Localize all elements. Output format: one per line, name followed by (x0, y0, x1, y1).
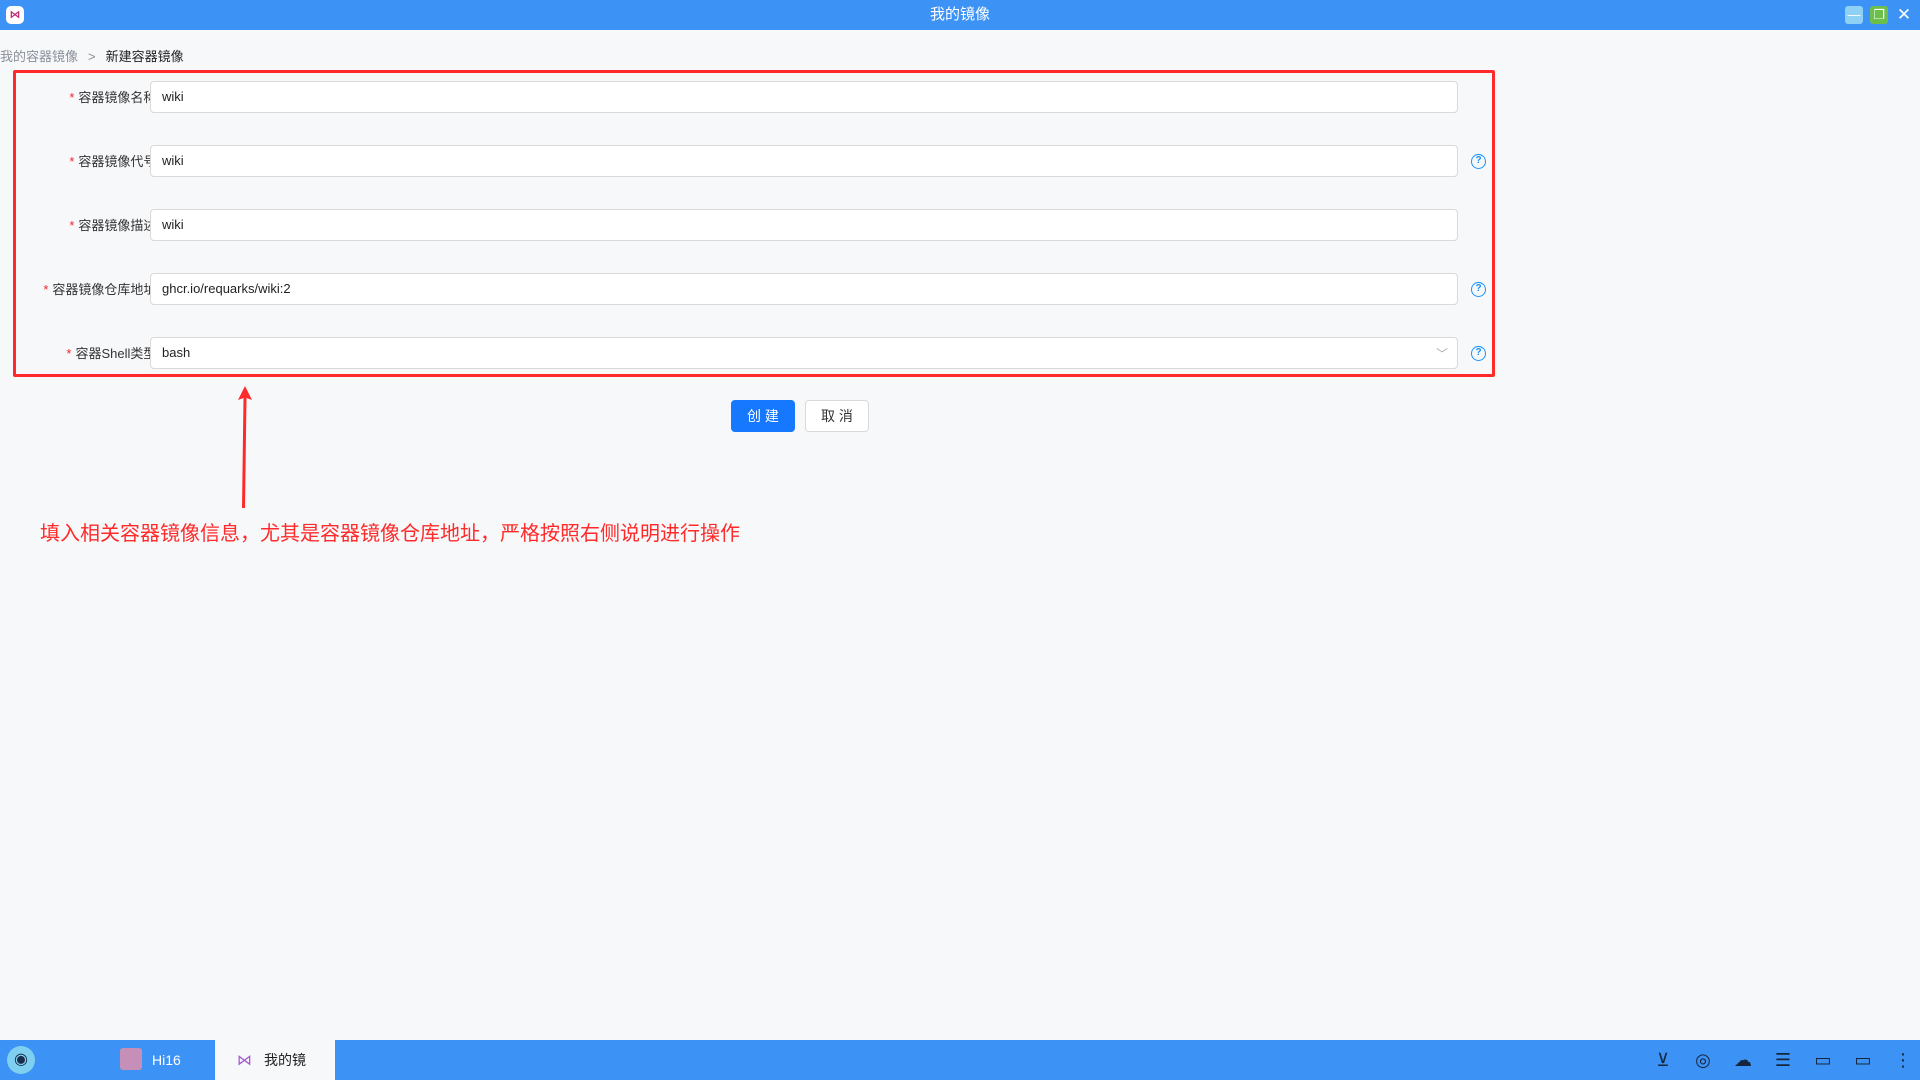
required-mark: * (43, 282, 49, 297)
form-row-image-code: * 容器镜像代号: wiki ? (16, 145, 1498, 179)
required-mark: * (69, 90, 75, 105)
image-code-input[interactable]: wiki (150, 145, 1458, 177)
annotation-text: 填入相关容器镜像信息，尤其是容器镜像仓库地址，严格按照右侧说明进行操作 (40, 523, 740, 545)
form-row-registry-address: * 容器镜像仓库地址: ghcr.io/requarks/wiki:2 ? (16, 273, 1498, 307)
window-title: 我的镜像 (929, 6, 990, 23)
required-mark: * (66, 346, 72, 361)
shell-type-label: * 容器Shell类型: (66, 346, 160, 361)
cancel-button[interactable]: 取 消 (805, 400, 869, 432)
maximize-icon[interactable]: ❐ (1870, 6, 1888, 24)
taskbar-item-label: Hi16 (152, 1052, 181, 1068)
image-name-label: * 容器镜像名称: (69, 90, 160, 105)
form-row-image-description: * 容器镜像描述: wiki (16, 209, 1498, 243)
display-icon[interactable]: ▭ (1848, 1040, 1878, 1080)
broadcast-icon[interactable]: ◎ (1688, 1040, 1718, 1080)
notes-icon[interactable]: ☰ (1768, 1040, 1798, 1080)
minimize-icon[interactable]: — (1845, 6, 1863, 24)
chevron-down-icon[interactable]: ﹀ (1436, 337, 1448, 371)
form-row-image-name: * 容器镜像名称: wiki (16, 81, 1498, 115)
image-name-input[interactable]: wiki (150, 81, 1458, 113)
breadcrumb-parent-link[interactable]: 我的容器镜像 (0, 46, 78, 65)
image-description-label: * 容器镜像描述: (69, 218, 160, 233)
taskbar-item-hi16[interactable]: Hi16 (120, 1040, 216, 1080)
registry-address-label: * 容器镜像仓库地址: (43, 282, 160, 297)
taskbar-item-my-mirror[interactable]: ⋈ 我的镜 (215, 1040, 335, 1080)
docker-mirror-icon: ⋈ (237, 1052, 252, 1069)
image-form-highlight: * 容器镜像名称: wiki * 容器镜像代号: wiki ? * 容器镜像描述: w… (13, 70, 1495, 377)
taskbar: ◉ Hi16 ⋈ 我的镜 ⊻ ◎ ☁ ☰ ▭ ▭ ⋮ (0, 1040, 1920, 1080)
hi16-app-icon (120, 1048, 142, 1071)
breadcrumb-separator: > (88, 49, 96, 64)
shell-type-select[interactable]: bash (150, 337, 1458, 369)
download-icon[interactable]: ⊻ (1648, 1040, 1678, 1080)
close-icon[interactable]: ✕ (1895, 6, 1913, 24)
help-icon[interactable]: ? (1471, 346, 1486, 361)
more-icon[interactable]: ⋮ (1888, 1040, 1918, 1080)
breadcrumb-current: 新建容器镜像 (105, 49, 184, 64)
chat-icon[interactable]: ▭ (1808, 1040, 1838, 1080)
help-icon[interactable]: ? (1471, 282, 1486, 297)
window-titlebar: ⋈ 我的镜像 — ❐ ✕ (0, 0, 1920, 30)
form-row-shell-type: * 容器Shell类型: bash ﹀ ? (16, 337, 1498, 371)
wechat-icon[interactable]: ☁ (1728, 1040, 1758, 1080)
required-mark: * (69, 218, 75, 233)
taskbar-item-label: 我的镜 (264, 1052, 306, 1068)
start-menu-icon[interactable]: ◉ (7, 1046, 35, 1074)
help-icon[interactable]: ? (1471, 154, 1486, 169)
required-mark: * (69, 154, 75, 169)
annotation-arrow-icon (238, 386, 252, 508)
create-button[interactable]: 创 建 (731, 400, 795, 432)
image-description-input[interactable]: wiki (150, 209, 1458, 241)
image-code-label: * 容器镜像代号: (69, 154, 160, 169)
breadcrumb: 我的容器镜像 > 新建容器镜像 (0, 46, 184, 65)
registry-address-input[interactable]: ghcr.io/requarks/wiki:2 (150, 273, 1458, 305)
